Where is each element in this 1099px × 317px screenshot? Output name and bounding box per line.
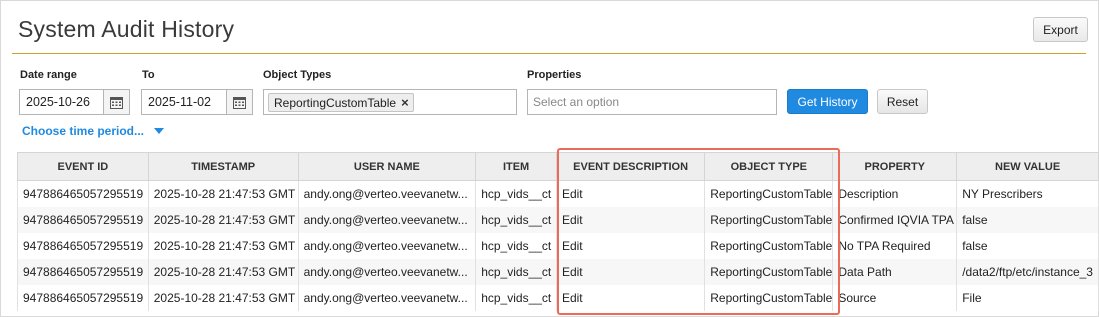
cell-event-id: 947886465057295519	[17, 206, 149, 233]
cell-event-description: Edit	[555, 232, 706, 259]
cell-object-type: ReportingCustomTable	[704, 180, 834, 207]
cell-item: hcp_vids__ct	[475, 206, 557, 233]
cell-timestamp: 2025-10-28 21:47:53 GMT	[147, 258, 299, 285]
date-to-value: 2025-11-02	[148, 95, 212, 109]
chevron-down-icon	[154, 128, 165, 134]
time-period-label: Choose time period...	[22, 124, 145, 138]
cell-user-name: andy.ong@verteo.veevanetw...	[297, 180, 477, 207]
date-from-value: 2025-10-26	[26, 95, 90, 109]
column-header-item[interactable]: ITEM	[475, 152, 557, 181]
cell-item: hcp_vids__ct	[475, 284, 557, 311]
table-header: EVENT ID TIMESTAMP USER NAME ITEM EVENT …	[17, 152, 1099, 181]
object-types-label: Object Types	[263, 69, 332, 81]
cell-item: hcp_vids__ct	[475, 258, 557, 285]
cell-item: hcp_vids__ct	[475, 232, 557, 259]
cell-property: Source	[832, 284, 958, 311]
cell-user-name: andy.ong@verteo.veevanetw...	[297, 284, 477, 311]
audit-table: EVENT ID TIMESTAMP USER NAME ITEM EVENT …	[17, 152, 1099, 317]
cell-property: Confirmed IQVIA TPA	[832, 206, 958, 233]
cell-user-name: andy.ong@verteo.veevanetw...	[297, 206, 477, 233]
cell-user-name: andy.ong@verteo.veevanetw...	[297, 258, 477, 285]
time-period-dropdown[interactable]: Choose time period...	[22, 124, 165, 138]
table-row[interactable]: 947886465057295519 2025-10-28 21:47:53 G…	[17, 232, 1099, 259]
cell-user-name: andy.ong@verteo.veevanetw...	[297, 232, 477, 259]
calendar-icon[interactable]	[103, 90, 129, 114]
cell-event-description: Edit	[555, 206, 706, 233]
table-row[interactable]: 947886465057295519 2025-10-28 21:47:53 G…	[17, 258, 1099, 285]
cell-new-value: false	[956, 206, 1099, 233]
calendar-icon[interactable]	[226, 90, 252, 114]
cell-event-id: 947886465057295519	[17, 232, 149, 259]
export-button[interactable]: Export	[1033, 17, 1088, 42]
column-header-new-value[interactable]: NEW VALUE	[956, 152, 1099, 181]
cell-property: Description	[832, 180, 958, 207]
cell-timestamp: 2025-10-28 21:47:53 GMT	[147, 284, 299, 311]
title-divider	[12, 53, 1086, 54]
cell-event-id: 947886465057295519	[17, 258, 149, 285]
cell-timestamp: 2025-10-28 21:47:53 GMT	[147, 232, 299, 259]
date-to-field[interactable]: 2025-11-02	[141, 89, 253, 115]
cell-object-type: ReportingCustomTable	[704, 206, 834, 233]
cell-new-value: /data2/ftp/etc/instance_3	[956, 258, 1099, 285]
cell-event-id: 947886465057295519	[17, 284, 149, 311]
cell-property: No TPA Required	[832, 232, 958, 259]
cell-timestamp: 2025-10-28 21:47:53 GMT	[147, 206, 299, 233]
cell-new-value: File	[956, 284, 1099, 311]
cell-timestamp: 2025-10-28 21:47:53 GMT	[147, 180, 299, 207]
object-type-chip-label: ReportingCustomTable	[274, 95, 397, 110]
column-header-timestamp[interactable]: TIMESTAMP	[147, 152, 299, 181]
cell-object-type: ReportingCustomTable	[704, 258, 834, 285]
table-row[interactable]: 947886465057295519 2025-10-28 21:47:53 G…	[17, 284, 1099, 311]
cell-event-id: 947886465057295519	[17, 180, 149, 207]
page-title: System Audit History	[18, 16, 235, 42]
properties-label: Properties	[527, 69, 582, 81]
cell-event-description: Edit	[555, 180, 706, 207]
column-header-property[interactable]: PROPERTY	[832, 152, 958, 181]
cell-property: Data Path	[832, 258, 958, 285]
object-types-select[interactable]: ReportingCustomTable ×	[263, 89, 517, 115]
column-header-object-type[interactable]: OBJECT TYPE	[704, 152, 834, 181]
cell-event-description: Edit	[555, 258, 706, 285]
column-header-event-id[interactable]: EVENT ID	[17, 152, 149, 181]
table-row[interactable]: 947886465057295519 2025-10-28 21:47:53 G…	[17, 206, 1099, 233]
date-from-field[interactable]: 2025-10-26	[19, 89, 130, 115]
column-header-user-name[interactable]: USER NAME	[297, 152, 477, 181]
date-range-label: Date range	[20, 69, 77, 81]
table-row[interactable]: 947886465057295519 2025-10-28 21:47:53 G…	[17, 180, 1099, 207]
get-history-button[interactable]: Get History	[787, 89, 868, 114]
to-label: To	[142, 69, 155, 81]
close-icon[interactable]: ×	[401, 95, 409, 110]
reset-button[interactable]: Reset	[877, 89, 928, 114]
cell-event-description: Edit	[555, 284, 706, 311]
cell-object-type: ReportingCustomTable	[704, 232, 834, 259]
object-type-chip: ReportingCustomTable ×	[268, 93, 414, 112]
properties-select[interactable]: Select an option	[527, 89, 777, 115]
cell-new-value: NY Prescribers	[956, 180, 1099, 207]
cell-item: hcp_vids__ct	[475, 180, 557, 207]
column-header-event-description[interactable]: EVENT DESCRIPTION	[555, 152, 706, 181]
cell-object-type: ReportingCustomTable	[704, 284, 834, 311]
cell-new-value: false	[956, 232, 1099, 259]
